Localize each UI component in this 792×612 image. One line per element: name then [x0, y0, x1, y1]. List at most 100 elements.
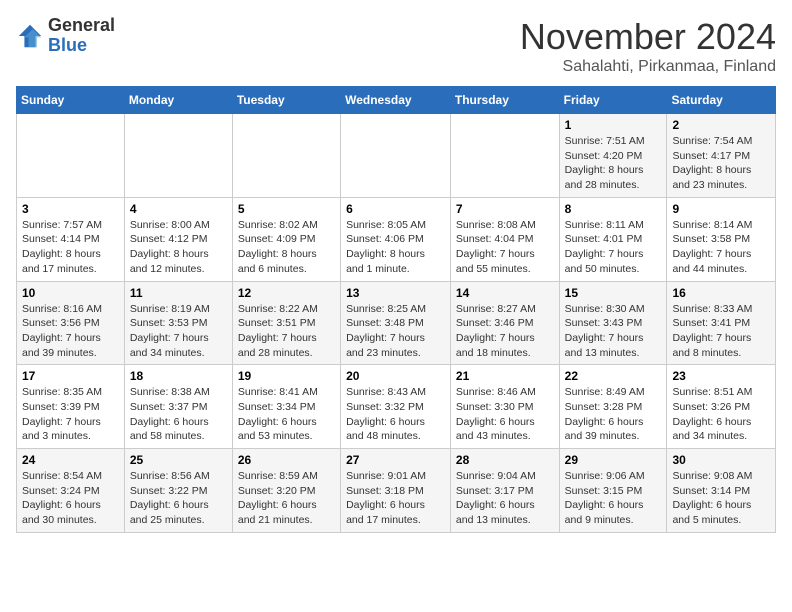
day-number: 7: [456, 202, 554, 216]
day-info: Sunrise: 8:02 AMSunset: 4:09 PMDaylight:…: [238, 218, 335, 277]
day-info: Sunrise: 8:49 AMSunset: 3:28 PMDaylight:…: [565, 385, 662, 444]
calendar-cell: 3 Sunrise: 7:57 AMSunset: 4:14 PMDaylight…: [17, 197, 125, 281]
weekday-header: Monday: [124, 87, 232, 114]
location-title: Sahalahti, Pirkanmaa, Finland: [520, 58, 776, 76]
calendar-body: 1 Sunrise: 7:51 AMSunset: 4:20 PMDaylight…: [17, 114, 776, 533]
day-info: Sunrise: 8:54 AMSunset: 3:24 PMDaylight:…: [22, 469, 119, 528]
day-number: 10: [22, 286, 119, 300]
calendar-cell: 5Sunrise: 8:02 AMSunset: 4:09 PMDaylight…: [232, 197, 340, 281]
calendar-cell: 27Sunrise: 9:01 AMSunset: 3:18 PMDayligh…: [341, 449, 451, 533]
day-number: 14: [456, 286, 554, 300]
title-block: November 2024 Sahalahti, Pirkanmaa, Finl…: [520, 16, 776, 76]
day-info: Sunrise: 8:08 AMSunset: 4:04 PMDaylight:…: [456, 218, 554, 277]
weekday-header: Friday: [559, 87, 667, 114]
calendar-week-row: 24 Sunrise: 8:54 AMSunset: 3:24 PMDayligh…: [17, 449, 776, 533]
day-number: 23: [672, 369, 770, 383]
calendar-cell: 16 Sunrise: 8:33 AMSunset: 3:41 PMDayligh…: [667, 281, 776, 365]
calendar-cell: [124, 114, 232, 198]
calendar-cell: 17 Sunrise: 8:35 AMSunset: 3:39 PMDayligh…: [17, 365, 125, 449]
day-number: 17: [22, 369, 119, 383]
page-header: General Blue November 2024 Sahalahti, Pi…: [16, 16, 776, 76]
day-info: Sunrise: 9:08 AMSunset: 3:14 PMDaylight:…: [672, 469, 770, 528]
calendar-cell: 28 Sunrise: 9:04 AMSunset: 3:17 PMDayligh…: [450, 449, 559, 533]
calendar-cell: 1 Sunrise: 7:51 AMSunset: 4:20 PMDaylight…: [559, 114, 667, 198]
day-info: Sunrise: 8:59 AMSunset: 3:20 PMDaylight:…: [238, 469, 335, 528]
logo-text: General Blue: [48, 16, 115, 56]
day-number: 19: [238, 369, 335, 383]
day-info: Sunrise: 8:43 AMSunset: 3:32 PMDaylight:…: [346, 385, 445, 444]
month-title: November 2024: [520, 16, 776, 58]
day-info: Sunrise: 8:27 AMSunset: 3:46 PMDaylight:…: [456, 302, 554, 361]
calendar-cell: 26 Sunrise: 8:59 AMSunset: 3:20 PMDayligh…: [232, 449, 340, 533]
day-number: 3: [22, 202, 119, 216]
day-number: 4: [130, 202, 227, 216]
day-number: 18: [130, 369, 227, 383]
day-number: 30: [672, 453, 770, 467]
day-number: 1: [565, 118, 662, 132]
day-number: 16: [672, 286, 770, 300]
calendar-cell: 18 Sunrise: 8:38 AMSunset: 3:37 PMDayligh…: [124, 365, 232, 449]
weekday-row: SundayMondayTuesdayWednesdayThursdayFrid…: [17, 87, 776, 114]
logo-general: General: [48, 16, 115, 36]
day-number: 27: [346, 453, 445, 467]
day-info: Sunrise: 8:30 AMSunset: 3:43 PMDaylight:…: [565, 302, 662, 361]
day-number: 2: [672, 118, 770, 132]
day-number: 6: [346, 202, 445, 216]
day-number: 29: [565, 453, 662, 467]
calendar-cell: 13Sunrise: 8:25 AMSunset: 3:48 PMDayligh…: [341, 281, 451, 365]
calendar-week-row: 3 Sunrise: 7:57 AMSunset: 4:14 PMDaylight…: [17, 197, 776, 281]
day-info: Sunrise: 8:16 AMSunset: 3:56 PMDaylight:…: [22, 302, 119, 361]
calendar-cell: 7 Sunrise: 8:08 AMSunset: 4:04 PMDaylight…: [450, 197, 559, 281]
calendar-cell: 19Sunrise: 8:41 AMSunset: 3:34 PMDayligh…: [232, 365, 340, 449]
day-number: 12: [238, 286, 335, 300]
day-info: Sunrise: 7:54 AMSunset: 4:17 PMDaylight:…: [672, 134, 770, 193]
day-info: Sunrise: 8:11 AMSunset: 4:01 PMDaylight:…: [565, 218, 662, 277]
calendar-cell: 10 Sunrise: 8:16 AMSunset: 3:56 PMDayligh…: [17, 281, 125, 365]
weekday-header: Saturday: [667, 87, 776, 114]
weekday-header: Thursday: [450, 87, 559, 114]
day-number: 8: [565, 202, 662, 216]
calendar-cell: 24 Sunrise: 8:54 AMSunset: 3:24 PMDayligh…: [17, 449, 125, 533]
calendar-cell: 25 Sunrise: 8:56 AMSunset: 3:22 PMDayligh…: [124, 449, 232, 533]
day-number: 20: [346, 369, 445, 383]
day-info: Sunrise: 7:51 AMSunset: 4:20 PMDaylight:…: [565, 134, 662, 193]
weekday-header: Tuesday: [232, 87, 340, 114]
day-info: Sunrise: 9:04 AMSunset: 3:17 PMDaylight:…: [456, 469, 554, 528]
day-number: 26: [238, 453, 335, 467]
day-info: Sunrise: 8:22 AMSunset: 3:51 PMDaylight:…: [238, 302, 335, 361]
calendar-cell: [17, 114, 125, 198]
weekday-header: Sunday: [17, 87, 125, 114]
day-info: Sunrise: 8:51 AMSunset: 3:26 PMDaylight:…: [672, 385, 770, 444]
calendar-cell: 9Sunrise: 8:14 AMSunset: 3:58 PMDaylight…: [667, 197, 776, 281]
calendar-header: SundayMondayTuesdayWednesdayThursdayFrid…: [17, 87, 776, 114]
calendar-cell: 6Sunrise: 8:05 AMSunset: 4:06 PMDaylight…: [341, 197, 451, 281]
logo: General Blue: [16, 16, 115, 56]
day-number: 11: [130, 286, 227, 300]
calendar-cell: 30 Sunrise: 9:08 AMSunset: 3:14 PMDayligh…: [667, 449, 776, 533]
day-info: Sunrise: 8:46 AMSunset: 3:30 PMDaylight:…: [456, 385, 554, 444]
day-number: 21: [456, 369, 554, 383]
day-number: 25: [130, 453, 227, 467]
calendar-cell: 4Sunrise: 8:00 AMSunset: 4:12 PMDaylight…: [124, 197, 232, 281]
calendar-cell: [450, 114, 559, 198]
calendar-cell: 20 Sunrise: 8:43 AMSunset: 3:32 PMDayligh…: [341, 365, 451, 449]
day-info: Sunrise: 8:38 AMSunset: 3:37 PMDaylight:…: [130, 385, 227, 444]
day-number: 9: [672, 202, 770, 216]
day-info: Sunrise: 8:56 AMSunset: 3:22 PMDaylight:…: [130, 469, 227, 528]
calendar-week-row: 1 Sunrise: 7:51 AMSunset: 4:20 PMDaylight…: [17, 114, 776, 198]
day-info: Sunrise: 7:57 AMSunset: 4:14 PMDaylight:…: [22, 218, 119, 277]
day-number: 15: [565, 286, 662, 300]
day-info: Sunrise: 8:33 AMSunset: 3:41 PMDaylight:…: [672, 302, 770, 361]
day-number: 24: [22, 453, 119, 467]
calendar-cell: 2 Sunrise: 7:54 AMSunset: 4:17 PMDaylight…: [667, 114, 776, 198]
logo-icon: [16, 22, 44, 50]
weekday-header: Wednesday: [341, 87, 451, 114]
calendar-cell: [341, 114, 451, 198]
calendar-cell: 21 Sunrise: 8:46 AMSunset: 3:30 PMDayligh…: [450, 365, 559, 449]
calendar-cell: 14 Sunrise: 8:27 AMSunset: 3:46 PMDayligh…: [450, 281, 559, 365]
day-info: Sunrise: 8:35 AMSunset: 3:39 PMDaylight:…: [22, 385, 119, 444]
calendar-cell: 8 Sunrise: 8:11 AMSunset: 4:01 PMDaylight…: [559, 197, 667, 281]
day-number: 28: [456, 453, 554, 467]
day-number: 13: [346, 286, 445, 300]
calendar-table: SundayMondayTuesdayWednesdayThursdayFrid…: [16, 86, 776, 533]
